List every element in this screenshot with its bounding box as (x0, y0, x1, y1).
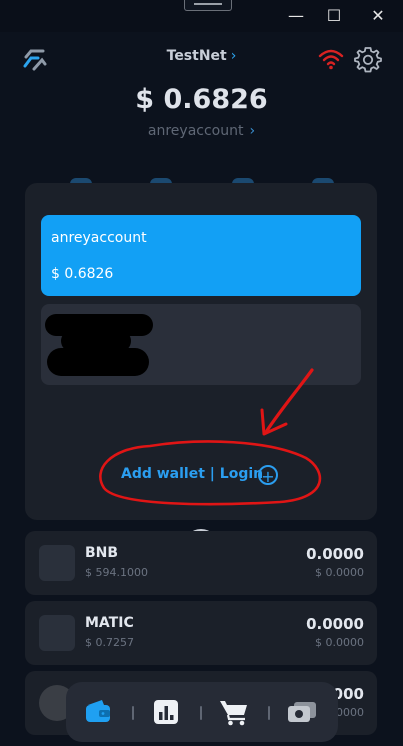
signal-icon[interactable] (318, 48, 344, 70)
nav-separator (200, 706, 202, 720)
token-image-icon (39, 545, 75, 581)
wallet-card-active[interactable]: anreyaccount $ 0.6826 (41, 215, 361, 296)
nav-separator (268, 706, 270, 720)
token-price: $ 0.7257 (85, 636, 134, 649)
wallet-card-name: anreyaccount (51, 230, 147, 246)
account-chevron-icon: › (249, 123, 256, 139)
cards-icon[interactable] (286, 696, 318, 728)
chart-icon[interactable] (150, 696, 182, 728)
total-balance: $ 0.6826 (135, 84, 268, 115)
wallet-switcher-panel: anreyaccount $ 0.6826 Add wallet | Login… (25, 183, 377, 520)
token-balance: 0.0000 (306, 545, 364, 563)
token-image-icon (39, 615, 75, 651)
token-symbol: MATIC (85, 615, 134, 631)
nav-separator (132, 706, 134, 720)
wallet-card-redacted[interactable] (41, 304, 361, 385)
wallet-icon[interactable] (82, 696, 114, 728)
token-value: $ 0.0000 (315, 636, 364, 649)
token-balance: 0.0000 (306, 615, 364, 633)
bottom-nav (66, 682, 338, 742)
minimize-button[interactable]: — (276, 4, 316, 28)
token-symbol: BNB (85, 545, 119, 561)
token-price: $ 594.1000 (85, 566, 148, 579)
account-name: anreyaccount (147, 123, 244, 139)
account-selector[interactable]: anreyaccount › (0, 123, 403, 139)
token-row[interactable]: MATIC $ 0.7257 0.0000 $ 0.0000 (25, 601, 377, 665)
network-label: TestNet (166, 48, 227, 64)
token-row[interactable]: BNB $ 594.1000 0.0000 $ 0.0000 (25, 531, 377, 595)
redaction-mark (47, 348, 149, 376)
network-chevron-icon: › (230, 48, 237, 64)
window-titlebar: — ☐ ✕ (0, 0, 403, 32)
maximize-button[interactable]: ☐ (314, 4, 354, 28)
plus-circle-icon[interactable]: + (258, 465, 278, 486)
wallet-card-amount: $ 0.6826 (51, 266, 114, 282)
scroll-grip[interactable] (184, 0, 232, 11)
cart-icon[interactable] (218, 696, 250, 728)
close-window-button[interactable]: ✕ (358, 4, 398, 28)
top-bar: TestNet › (0, 34, 403, 84)
gear-icon[interactable] (354, 45, 382, 73)
add-wallet-login-link[interactable]: Add wallet | Login (121, 466, 263, 482)
token-value: $ 0.0000 (315, 566, 364, 579)
